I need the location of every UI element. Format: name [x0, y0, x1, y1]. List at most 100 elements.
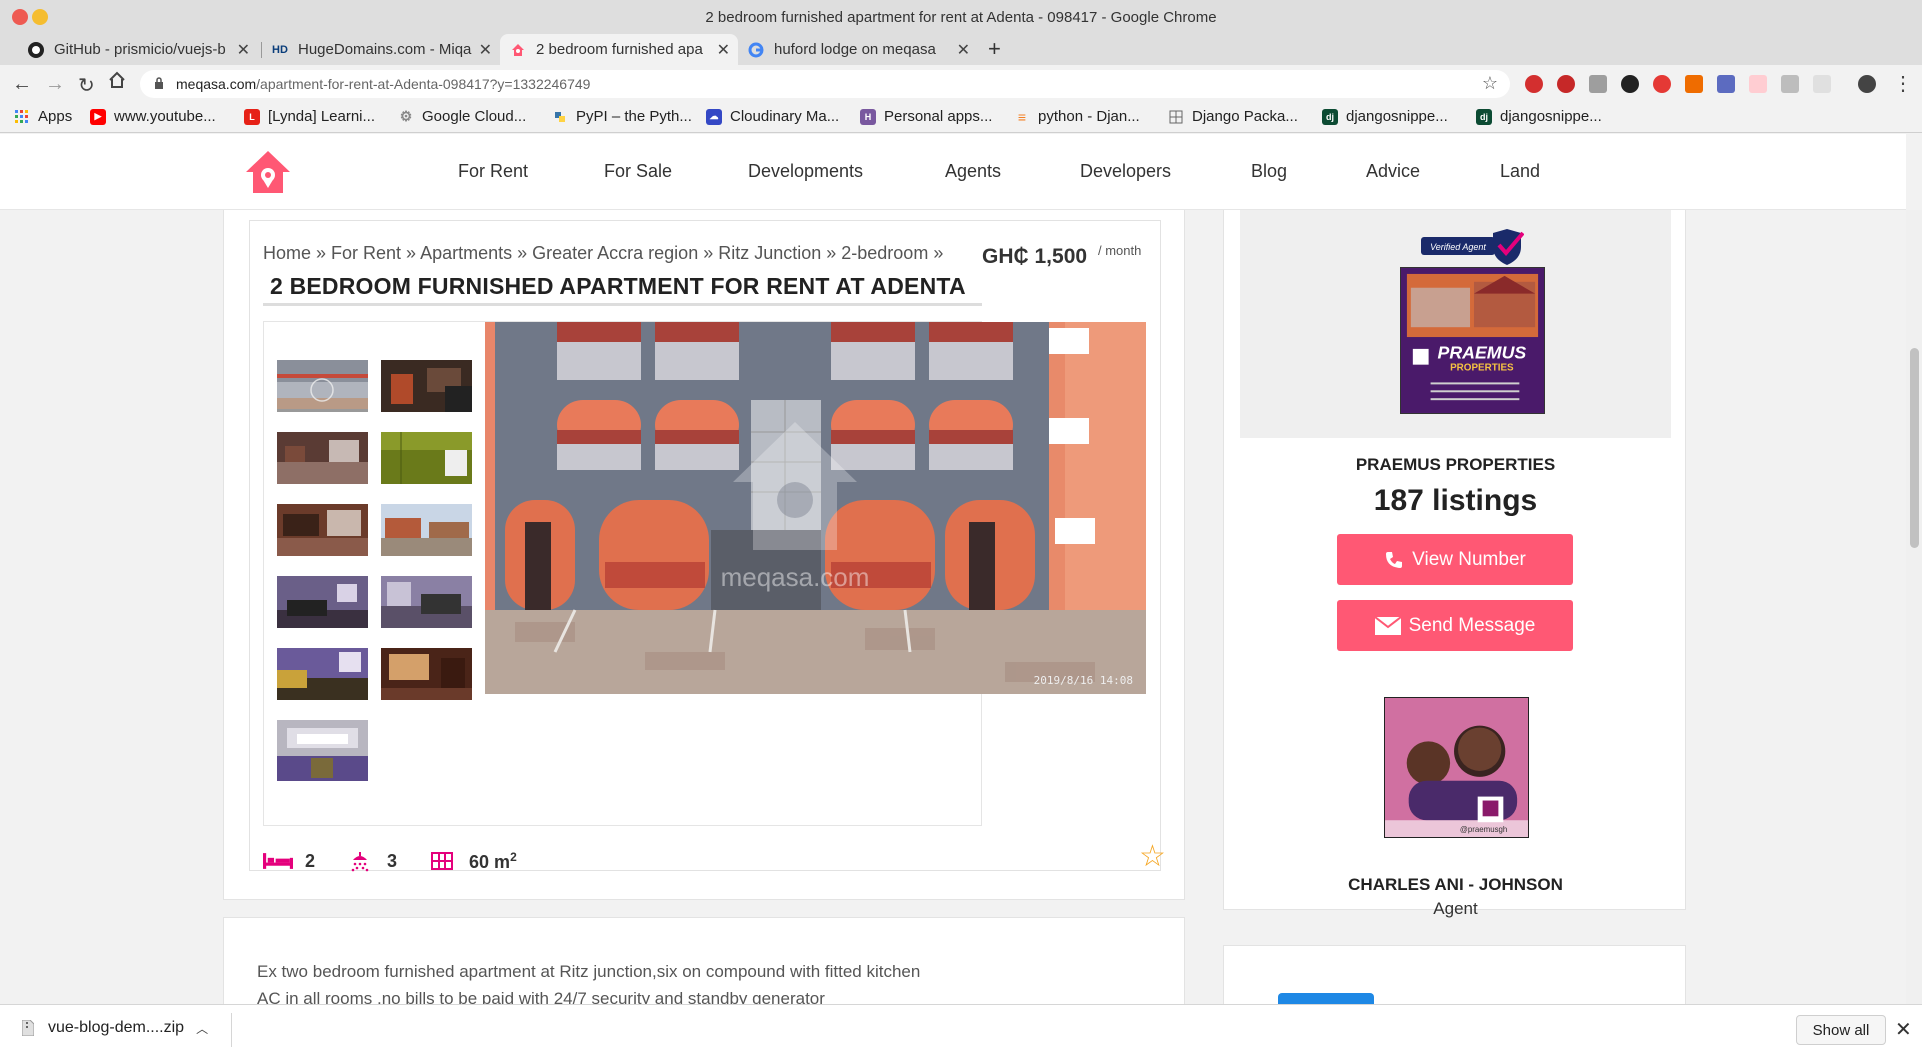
gallery-thumbnail[interactable]: [277, 720, 368, 781]
photo-timestamp: 2019/8/16 14:08: [1034, 674, 1133, 687]
download-item[interactable]: vue-blog-dem....zip ︿: [22, 1019, 208, 1037]
extension-lines-icon[interactable]: [1717, 75, 1735, 93]
url-path: /apartment-for-rent-at-Adenta-098417?y=1…: [256, 76, 591, 92]
gallery-thumbnail[interactable]: [277, 576, 368, 628]
bookmark-apps[interactable]: Apps: [14, 108, 72, 125]
breadcrumb[interactable]: Home » For Rent » Apartments » Greater A…: [263, 243, 943, 264]
chrome-menu-icon[interactable]: ⋮: [1893, 71, 1913, 96]
thumbnail-column: [264, 322, 484, 825]
close-tab-icon[interactable]: ✕: [717, 40, 730, 60]
bookmark-label: PyPI – the Pyth...: [576, 108, 692, 125]
bookmark-djangosnippets-1[interactable]: dj djangosnippe...: [1322, 108, 1448, 125]
new-tab-button[interactable]: +: [988, 36, 1001, 62]
reload-icon[interactable]: ↻: [78, 73, 95, 98]
bookmark-heroku[interactable]: H Personal apps...: [860, 108, 992, 125]
view-number-button[interactable]: View Number: [1337, 534, 1573, 585]
stackoverflow-icon: ≡: [1017, 108, 1027, 125]
page-scrollbar[interactable]: [1906, 210, 1922, 1004]
bookmark-lynda[interactable]: L [Lynda] Learni...: [244, 108, 375, 125]
agent-card: Verified Agent PRAEMUS PROPERTIES PRAEMU…: [1223, 210, 1687, 918]
agent-name[interactable]: CHARLES ANI - JOHNSON: [1224, 875, 1687, 895]
tab-meqasa-listing[interactable]: 2 bedroom furnished apa ✕: [500, 34, 738, 65]
back-icon[interactable]: ←: [12, 73, 32, 96]
url-text: meqasa.com/apartment-for-rent-at-Adenta-…: [176, 76, 590, 92]
nav-blog[interactable]: Blog: [1251, 161, 1287, 182]
extension-leaf-icon[interactable]: [1621, 75, 1639, 93]
meqasa-logo[interactable]: [243, 148, 293, 196]
nav-developments[interactable]: Developments: [748, 161, 863, 182]
bookmark-label: Personal apps...: [884, 108, 993, 125]
show-all-downloads-button[interactable]: Show all: [1796, 1015, 1886, 1045]
photo-gallery: meqasa.com 2019/8/16 14:08: [263, 321, 1146, 826]
gallery-thumbnail[interactable]: [381, 504, 472, 556]
agent-company-name[interactable]: PRAEMUS PROPERTIES: [1224, 455, 1687, 475]
bookmark-star-icon[interactable]: ☆: [1482, 73, 1498, 94]
extension-gear-icon[interactable]: [1858, 75, 1876, 93]
extension-filter-icon[interactable]: [1781, 75, 1799, 93]
bookmark-pypi[interactable]: PyPI – the Pyth...: [552, 108, 692, 125]
bookmark-djangosnippets-2[interactable]: dj djangosnippe...: [1476, 108, 1602, 125]
extension-power-icon[interactable]: [1653, 75, 1671, 93]
extension-box-icon[interactable]: [1813, 75, 1831, 93]
nav-for-rent[interactable]: For Rent: [458, 161, 528, 182]
agent-photo[interactable]: @praemusgh: [1384, 697, 1529, 838]
tab-label: 2 bedroom furnished apa: [536, 41, 703, 58]
gallery-thumbnail[interactable]: [277, 360, 368, 412]
nav-for-sale[interactable]: For Sale: [604, 161, 672, 182]
agent-role: Agent: [1433, 899, 1478, 918]
send-message-button[interactable]: Send Message: [1337, 600, 1573, 651]
tab-google-search[interactable]: huford lodge on meqasa ✕: [738, 34, 978, 65]
title-divider: [263, 303, 982, 306]
gallery-thumbnail[interactable]: [277, 648, 368, 700]
nav-developers[interactable]: Developers: [1080, 161, 1171, 182]
nav-agents[interactable]: Agents: [945, 161, 1001, 182]
hugedomains-icon: HD: [272, 43, 288, 56]
floor-area-icon: [427, 850, 457, 872]
gallery-thumbnail[interactable]: [381, 576, 472, 628]
sidebar-blue-button[interactable]: [1278, 993, 1374, 1004]
gallery-thumbnail[interactable]: [277, 432, 368, 484]
gallery-thumbnail[interactable]: [277, 504, 368, 556]
bookmark-cloudinary[interactable]: ☁ Cloudinary Ma...: [706, 108, 839, 125]
forward-icon[interactable]: →: [45, 73, 65, 96]
verified-agent-label: Verified Agent: [1430, 242, 1486, 252]
bookmark-label: djangosnippe...: [1500, 108, 1602, 125]
bookmark-label: Cloudinary Ma...: [730, 108, 840, 125]
agent-company-logo[interactable]: PRAEMUS PROPERTIES: [1400, 267, 1545, 414]
extension-office-icon[interactable]: [1685, 75, 1703, 93]
floor-area-value: 60 m: [469, 851, 511, 872]
extension-ublock-icon[interactable]: [1557, 75, 1575, 93]
favorite-star-icon[interactable]: ☆: [1139, 839, 1166, 874]
tab-label: HugeDomains.com - Miqa: [298, 41, 472, 58]
tab-github[interactable]: GitHub - prismicio/vuejs-b ✕: [18, 34, 258, 65]
download-filename: vue-blog-dem....zip: [48, 1019, 185, 1036]
extension-screen-icon[interactable]: [1589, 75, 1607, 93]
lock-icon: [155, 77, 163, 89]
browser-toolbar: ← → ↻ meqasa.com/apartment-for-rent-at-A…: [0, 65, 1922, 103]
bookmark-django-packages[interactable]: Django Packa...: [1168, 108, 1298, 125]
address-bar[interactable]: meqasa.com/apartment-for-rent-at-Adenta-…: [140, 70, 1510, 98]
scrollbar-thumb[interactable]: [1910, 348, 1919, 548]
lynda-icon: L: [244, 108, 260, 125]
nav-land[interactable]: Land: [1500, 161, 1540, 182]
extension-calendar-icon[interactable]: [1749, 75, 1767, 93]
tab-hugedomains[interactable]: HD HugeDomains.com - Miqa ✕: [262, 34, 500, 65]
github-icon: [28, 41, 44, 58]
main-listing-photo[interactable]: meqasa.com 2019/8/16 14:08: [485, 322, 1146, 694]
close-download-bar-icon[interactable]: ✕: [1895, 1017, 1912, 1042]
extension-yab-icon[interactable]: [1525, 75, 1543, 93]
gallery-thumbnail[interactable]: [381, 432, 472, 484]
bookmark-youtube[interactable]: ▶ www.youtube...: [90, 108, 216, 125]
close-tab-icon[interactable]: ✕: [957, 40, 970, 60]
grid-icon: [1168, 109, 1184, 125]
home-icon[interactable]: [108, 71, 126, 95]
bookmark-label: djangosnippe...: [1346, 108, 1448, 125]
close-tab-icon[interactable]: ✕: [237, 40, 250, 60]
close-tab-icon[interactable]: ✕: [479, 40, 492, 60]
gallery-thumbnail[interactable]: [381, 648, 472, 700]
bookmark-google-cloud[interactable]: ⚙ Google Cloud...: [398, 108, 527, 125]
nav-advice[interactable]: Advice: [1366, 161, 1420, 182]
chevron-up-icon[interactable]: ︿: [196, 1020, 208, 1037]
bookmark-stackoverflow[interactable]: ≡ python - Djan...: [1014, 108, 1140, 125]
gallery-thumbnail[interactable]: [381, 360, 472, 412]
